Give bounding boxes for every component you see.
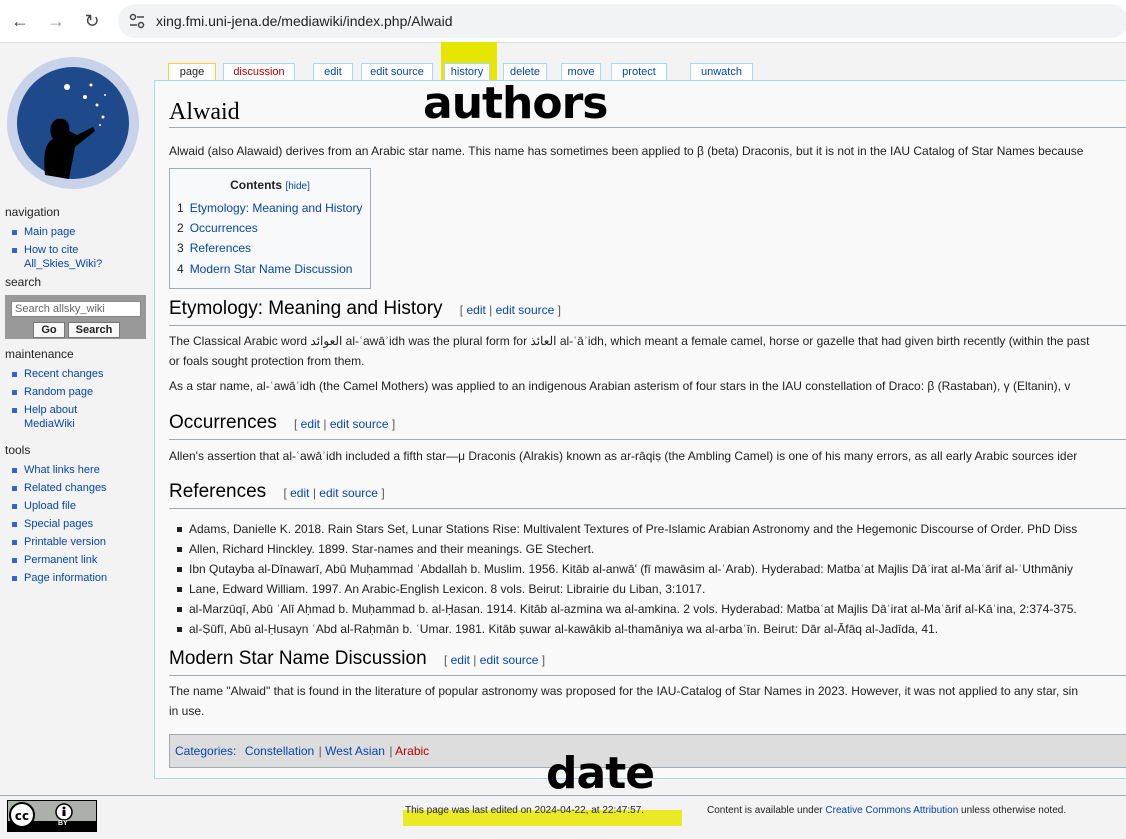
maintenance-heading: maintenance (5, 347, 74, 361)
annotation-date: date (546, 748, 655, 799)
page-title: Alwaid (169, 99, 240, 125)
etymology-paragraph-1a: The Classical Arabic word العوائد al-ʿaw… (169, 334, 1090, 348)
tab-unwatch[interactable]: unwatch (690, 63, 753, 81)
categories-label[interactable]: Categories: (175, 744, 236, 758)
search-input[interactable]: Search allsky_wiki (11, 301, 141, 317)
heading-references: References [ edit | edit source ] (169, 481, 385, 502)
back-icon[interactable]: ← (8, 9, 32, 33)
intro-paragraph: Alwaid (also Alawaid) derives from an Ar… (169, 144, 1084, 158)
tools-list: What links here Related changes Upload f… (11, 463, 150, 585)
sidebar-item-recent-changes[interactable]: Recent changes (11, 367, 150, 381)
sidebar-item-special-pages[interactable]: Special pages (11, 517, 150, 531)
sidebar-item-help[interactable]: Help about MediaWiki (11, 403, 94, 431)
maintenance-list: Recent changes Random page Help about Me… (11, 367, 150, 431)
reference-item: Adams, Danielle K. 2018. Rain Stars Set,… (175, 519, 1077, 539)
search-box: Search allsky_wiki Go Search (5, 295, 146, 339)
category-arabic[interactable]: Arabic (395, 744, 429, 758)
toc-title: Contents [hide] (170, 178, 370, 192)
cc-icon: cc (8, 801, 96, 831)
edit-source-link[interactable]: edit source (496, 303, 555, 317)
sidebar-item-printable-version[interactable]: Printable version (11, 535, 150, 549)
address-bar[interactable]: xing.fmi.uni-jena.de/mediawiki/index.php… (118, 4, 1126, 38)
cc-by-label: BY (58, 820, 68, 827)
heading-occurrences: Occurrences [ edit | edit source ] (169, 412, 396, 433)
heading-etymology: Etymology: Meaning and History [ edit | … (169, 298, 561, 319)
modern-paragraph-a: The name "Alwaid" that is found in the l… (169, 684, 1078, 698)
title-rule (169, 127, 1126, 128)
edit-link[interactable]: edit (301, 417, 320, 431)
occurrences-paragraph: Allen's assertion that al-ʿawāʾidh inclu… (169, 449, 1078, 463)
sidebar-item-page-information[interactable]: Page information (11, 571, 150, 585)
heading-modern-discussion: Modern Star Name Discussion [ edit | edi… (169, 648, 546, 669)
tab-page[interactable]: page (168, 63, 216, 81)
navigation-list: Main page How to cite All_Skies_Wiki? (11, 225, 150, 271)
sidebar-item-what-links-here[interactable]: What links here (11, 463, 150, 477)
content-area: Alwaid Alwaid (also Alawaid) derives fro… (154, 80, 1126, 779)
edit-link[interactable]: edit (466, 303, 485, 317)
reference-item: Lane, Edward William. 1997. An Arabic-En… (175, 579, 1077, 599)
sidebar-item-random-page[interactable]: Random page (11, 385, 150, 399)
category-west-asian[interactable]: West Asian (325, 744, 385, 758)
cc-license-badge[interactable]: cc BY (7, 800, 97, 832)
reference-item: Ibn Qutayba al-Dīnawarī, Abū Muḥammad ʿA… (175, 559, 1077, 579)
wiki-logo[interactable] (5, 55, 142, 192)
license-text: Content is available under Creative Comm… (707, 805, 1067, 816)
reference-item: al-Ṣūfī, Abū al-Ḥusayn ʿAbd al-Raḥmān b.… (175, 619, 1077, 639)
section-rule (169, 325, 1126, 326)
sidebar-item-upload-file[interactable]: Upload file (11, 499, 150, 513)
edit-section-etymology: [ edit | edit source ] (459, 303, 561, 317)
toc-item-4[interactable]: 4 Modern Star Name Discussion (177, 262, 352, 276)
sidebar: navigation Main page How to cite All_Ski… (0, 195, 150, 589)
search-heading: search (5, 275, 42, 289)
edit-source-link[interactable]: edit source (330, 417, 389, 431)
sidebar-item-how-to-cite[interactable]: How to cite All_Skies_Wiki? (11, 243, 114, 271)
toc-hide-link[interactable]: [hide] (285, 181, 309, 192)
forward-icon[interactable]: → (44, 9, 68, 33)
tools-heading: tools (5, 443, 31, 457)
edit-link[interactable]: edit (290, 486, 309, 500)
license-link[interactable]: Creative Commons Attribution (825, 805, 958, 816)
sidebar-item-main-page[interactable]: Main page (11, 225, 150, 239)
edit-section-occurrences: [ edit | edit source ] (293, 417, 396, 431)
section-rule (169, 675, 1126, 676)
url-text[interactable]: xing.fmi.uni-jena.de/mediawiki/index.php… (156, 13, 453, 29)
site-settings-icon[interactable] (128, 12, 146, 30)
etymology-paragraph-1b: or foals sought protection from them. (169, 354, 365, 368)
go-button[interactable]: Go (33, 322, 65, 338)
toc-title-text: Contents (230, 178, 283, 192)
edit-section-references: [ edit | edit source ] (283, 486, 385, 500)
section-rule (169, 439, 1126, 440)
modern-paragraph-b: in use. (169, 704, 205, 718)
browser-toolbar: ← → ↻ xing.fmi.uni-jena.de/mediawiki/ind… (0, 0, 1126, 43)
svg-text:cc: cc (15, 809, 29, 823)
category-constellation[interactable]: Constellation (245, 744, 314, 758)
reference-item: al-Marzūqī, Abū ʿAlī Aḥmad b. Muḥammad b… (175, 599, 1077, 619)
etymology-paragraph-2: As a star name, al-ʿawāʾidh (the Camel M… (169, 379, 1071, 393)
search-button[interactable]: Search (68, 322, 120, 338)
sidebar-item-permanent-link[interactable]: Permanent link (11, 553, 150, 567)
reload-icon[interactable]: ↻ (80, 9, 104, 33)
last-edited-text: This page was last edited on 2024-04-22,… (405, 805, 645, 816)
tab-discussion[interactable]: discussion (223, 63, 295, 81)
reference-item: Allen, Richard Hinckley. 1899. Star-name… (175, 539, 1077, 559)
edit-link[interactable]: edit (451, 653, 470, 667)
section-rule (169, 508, 1126, 509)
sidebar-item-related-changes[interactable]: Related changes (11, 481, 150, 495)
edit-section-modern: [ edit | edit source ] (443, 653, 546, 667)
edit-source-link[interactable]: edit source (480, 653, 539, 667)
table-of-contents: Contents [hide] 1 Etymology: Meaning and … (169, 168, 371, 289)
annotation-authors: authors (423, 78, 608, 129)
edit-source-link[interactable]: edit source (319, 486, 378, 500)
footer: cc BY This page was last edited on 2024-… (0, 795, 1126, 839)
references-list: Adams, Danielle K. 2018. Rain Stars Set,… (175, 519, 1077, 639)
toc-item-1[interactable]: 1 Etymology: Meaning and History (177, 201, 362, 215)
toc-item-3[interactable]: 3 References (177, 241, 251, 255)
navigation-heading: navigation (5, 205, 60, 219)
tab-edit[interactable]: edit (313, 63, 353, 81)
toc-item-2[interactable]: 2 Occurrences (177, 221, 258, 235)
tab-protect[interactable]: protect (611, 63, 667, 81)
